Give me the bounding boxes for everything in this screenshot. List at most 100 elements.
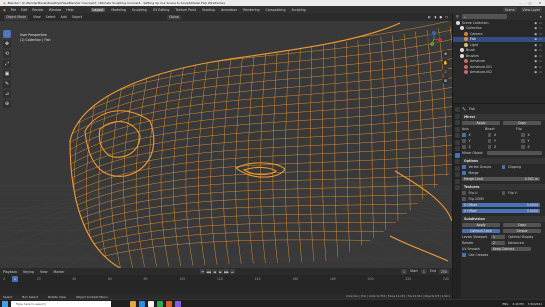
axis-x-checkbox[interactable]	[462, 133, 466, 137]
taskbar-app-icon[interactable]	[139, 301, 145, 307]
timeline-menu-keying[interactable]: Keying	[23, 270, 34, 274]
menu-object[interactable]: Object	[72, 15, 82, 19]
axis-y-checkbox[interactable]	[462, 139, 466, 143]
render-camera-icon[interactable]: ▭	[539, 65, 542, 69]
play-reverse-icon[interactable]: ◀	[212, 269, 217, 274]
menu-select[interactable]: Select	[46, 15, 56, 19]
current-frame-field[interactable]: 1	[400, 269, 408, 274]
flip-y-checkbox[interactable]	[521, 139, 525, 143]
flip-z-checkbox[interactable]	[521, 145, 525, 149]
tray-language[interactable]: ENG	[502, 302, 508, 306]
levels-viewport-field[interactable]: 1	[491, 234, 505, 240]
flip-u-checkbox[interactable]	[462, 191, 466, 195]
tab-layout[interactable]: Layout	[90, 7, 106, 12]
end-frame-field[interactable]: 250	[438, 269, 449, 274]
flip-v-checkbox[interactable]	[501, 191, 505, 195]
3d-viewport[interactable]: User Perspective (1) Collection | Fish ⬚…	[0, 21, 452, 268]
blender-menu-icon[interactable]: ◉	[3, 8, 6, 12]
scene-selector[interactable]: Scene	[502, 7, 517, 12]
render-camera-icon[interactable]: ▭	[539, 48, 542, 52]
navigation-gizmo[interactable]: X Y Z	[426, 31, 442, 47]
visibility-eye-icon[interactable]: ◉	[534, 59, 537, 63]
flip-udim-checkbox[interactable]	[462, 197, 466, 201]
transform-tool-icon[interactable]: ▣	[3, 70, 11, 78]
subdiv-copy-button[interactable]: Copy	[503, 222, 541, 228]
modifier-tab-icon[interactable]	[454, 152, 460, 158]
axis-z-checkbox[interactable]	[462, 145, 466, 149]
mirror-modifier-name[interactable]: Mirror	[464, 115, 475, 119]
scene-tab-icon[interactable]	[454, 133, 460, 138]
vertex-groups-checkbox[interactable]	[462, 165, 466, 169]
mode-dropdown[interactable]: Object Mode	[4, 14, 29, 20]
object-tab-icon[interactable]	[454, 146, 460, 151]
visibility-eye-icon[interactable]: ◉	[534, 37, 537, 41]
maximize-button[interactable]: ▢	[525, 1, 535, 5]
menu-window[interactable]: Window	[49, 8, 62, 12]
minimize-button[interactable]: –	[515, 1, 525, 5]
jump-keyframe-forward-icon[interactable]: ▶▶	[224, 269, 229, 274]
windows-start-icon[interactable]	[2, 301, 8, 307]
ortho-toggle-icon[interactable]: ⊞	[442, 77, 449, 84]
select-box-tool-icon[interactable]: ⬚	[3, 30, 11, 38]
jump-end-icon[interactable]: ⏭	[230, 269, 235, 274]
bisect-y-checkbox[interactable]	[487, 139, 491, 143]
render-camera-icon[interactable]: ▭	[539, 54, 542, 58]
rendered-shading-icon[interactable]: ○	[445, 15, 448, 19]
wireframe-shading-icon[interactable]: ◐	[428, 15, 431, 19]
simple-button[interactable]: Simple	[503, 228, 541, 234]
use-creases-checkbox[interactable]	[462, 253, 466, 257]
play-icon[interactable]: ▶	[218, 269, 223, 274]
timeline-menu-playback[interactable]: Playback	[3, 270, 17, 274]
tab-shading[interactable]: Shading	[202, 8, 215, 12]
tab-compositing[interactable]: Compositing	[266, 8, 286, 12]
zoom-icon[interactable]: ⊕	[442, 50, 449, 57]
fish-wireframe-mesh[interactable]	[0, 21, 452, 268]
taskbar-app-icon[interactable]	[166, 301, 172, 307]
tray-date[interactable]: 7/20/2021	[528, 302, 542, 306]
uv-smooth-dropdown[interactable]: Keep Corners	[491, 246, 531, 252]
v-offset-field[interactable]: V Offset 0.0000	[462, 208, 540, 214]
mirror-object-field[interactable]	[487, 150, 542, 156]
timeline-menu-marker[interactable]: Marker	[54, 270, 65, 274]
view-layer-tab-icon[interactable]	[454, 126, 460, 132]
taskbar-app-icon[interactable]	[148, 301, 154, 307]
camera-view-icon[interactable]: 🎥	[442, 68, 449, 75]
render-camera-icon[interactable]: ▭	[539, 32, 542, 36]
render-camera-icon[interactable]: ▭	[539, 43, 542, 47]
outliner-item[interactable]: Armature.002 ◉ ▭	[453, 70, 545, 76]
timeline-menu-view[interactable]: View	[40, 270, 48, 274]
visibility-eye-icon[interactable]: ◉	[534, 43, 537, 47]
menu-file[interactable]: File	[11, 8, 16, 12]
tab-sculpting[interactable]: Sculpting	[132, 8, 147, 12]
menu-edit[interactable]: Edit	[21, 8, 27, 12]
render-tab-icon[interactable]	[454, 113, 460, 119]
visibility-eye-icon[interactable]: ◉	[534, 70, 537, 74]
bisect-x-checkbox[interactable]	[487, 133, 491, 137]
material-shading-icon[interactable]: ●	[439, 15, 442, 19]
merge-checkbox[interactable]	[462, 171, 466, 175]
jump-keyframe-back-icon[interactable]: ◀◀	[206, 269, 211, 274]
catmull-clark-button[interactable]: Catmull-Clark	[462, 228, 500, 234]
render-camera-icon[interactable]: ▭	[539, 26, 542, 30]
outliner-search[interactable]: ⌕	[461, 14, 507, 19]
render-camera-icon[interactable]: ▭	[539, 70, 542, 74]
output-tab-icon[interactable]	[454, 120, 460, 125]
tray-time[interactable]: 4:40 PM	[512, 302, 523, 306]
menu-help[interactable]: Help	[66, 8, 73, 12]
pan-hand-icon[interactable]: ✋	[442, 59, 449, 66]
tab-scripting[interactable]: Scripting	[291, 8, 305, 12]
move-tool-icon[interactable]: ✥	[3, 40, 11, 48]
render-levels-field[interactable]: 2	[491, 240, 505, 246]
visibility-eye-icon[interactable]: ◉	[534, 48, 537, 52]
copy-button[interactable]: Copy	[503, 120, 541, 126]
menu-view[interactable]: View	[33, 15, 41, 19]
tab-modeling[interactable]: Modeling	[111, 8, 126, 12]
taskbar-app-icon[interactable]	[175, 301, 181, 307]
tool-tab-icon[interactable]	[454, 107, 460, 112]
world-tab-icon[interactable]	[454, 139, 460, 145]
menu-add[interactable]: Add	[61, 15, 67, 19]
visibility-eye-icon[interactable]: ◉	[534, 21, 537, 25]
measure-tool-icon[interactable]: ⊿	[3, 90, 11, 98]
tab-animation[interactable]: Animation	[221, 8, 237, 12]
start-frame-field[interactable]: 1	[420, 269, 427, 274]
